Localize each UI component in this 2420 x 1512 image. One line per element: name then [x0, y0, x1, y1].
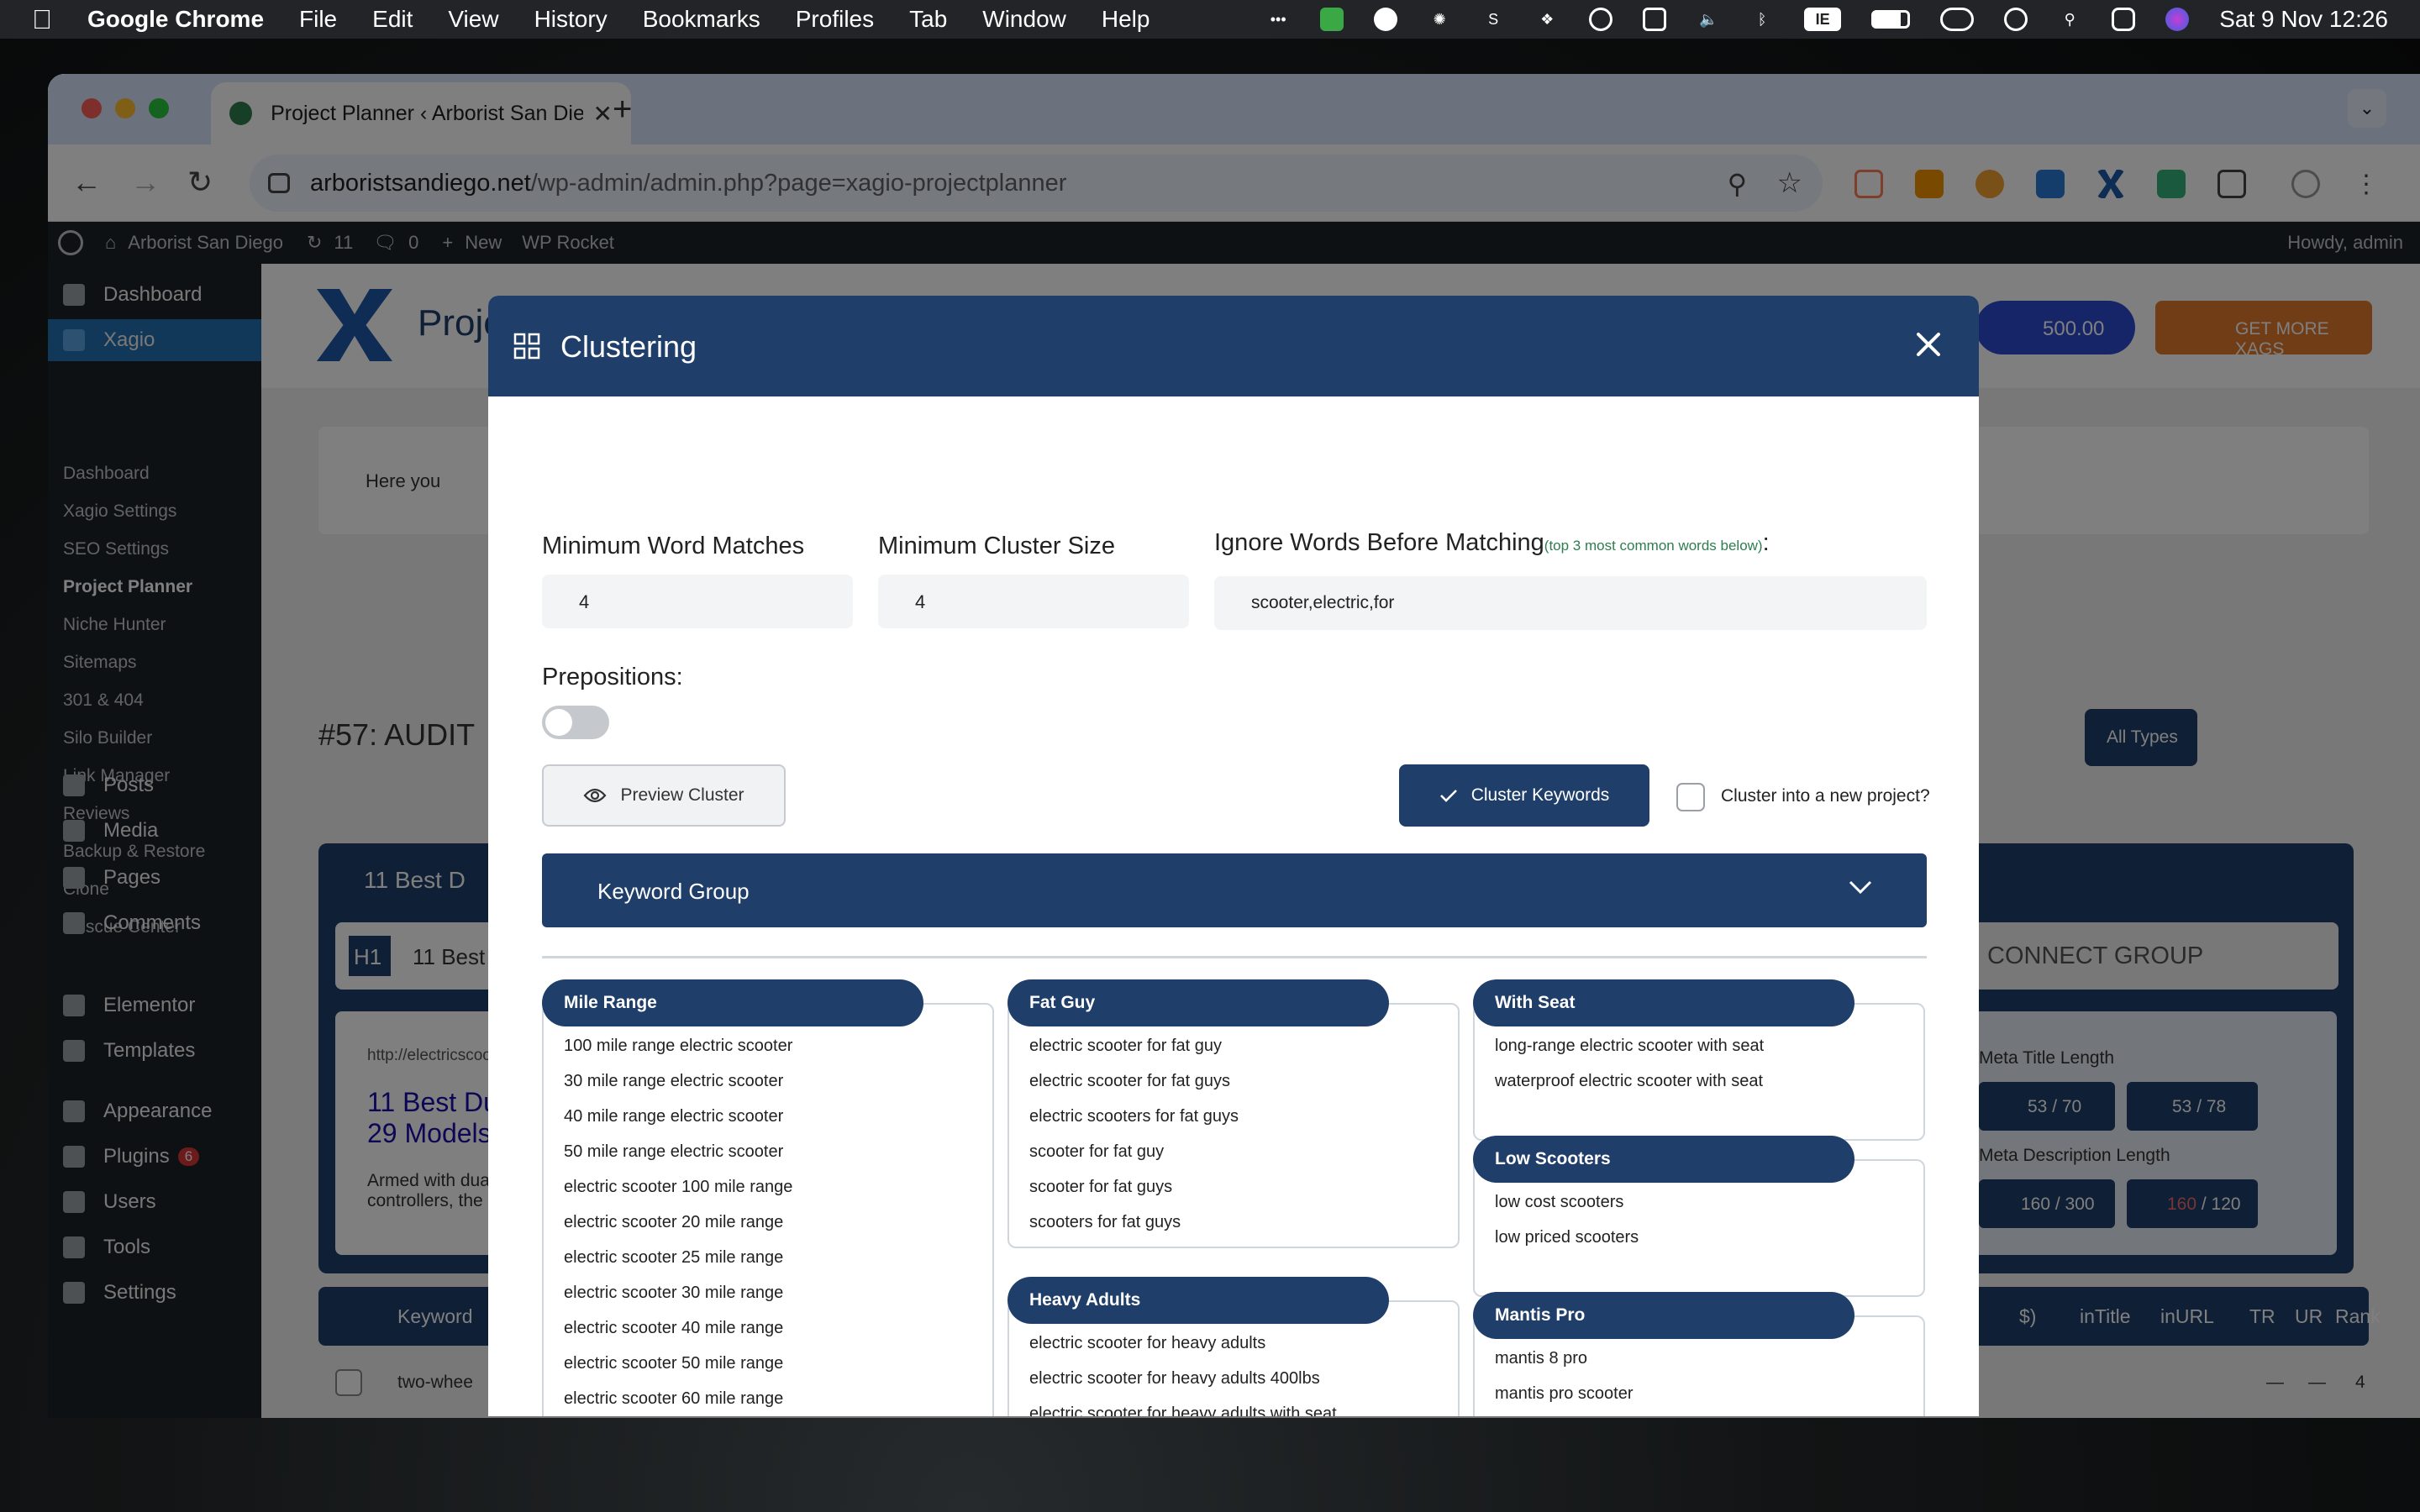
cluster-keyword[interactable]: mantis pro scooter: [1495, 1384, 1634, 1404]
ignore-words-input[interactable]: scooter,electric,for: [1214, 576, 1927, 630]
user-icon[interactable]: [2004, 8, 2028, 31]
menu-bookmarks[interactable]: Bookmarks: [643, 6, 760, 33]
cluster-title-with-seat[interactable]: With Seat: [1473, 979, 1854, 1026]
clustering-modal: Clustering Minimum Word Matches 4 Minimu…: [488, 296, 1979, 1416]
close-modal-icon[interactable]: [1910, 326, 1947, 363]
ignore-words-label: Ignore Words Before Matching(top 3 most …: [1214, 529, 1770, 556]
s-icon[interactable]: S: [1481, 8, 1505, 31]
cluster-keyword[interactable]: waterproof electric scooter with seat: [1495, 1072, 1763, 1091]
prepositions-label: Prepositions:: [542, 664, 683, 690]
modal-header: Clustering: [488, 296, 1979, 396]
eye-icon: [583, 787, 607, 804]
cluster-keyword[interactable]: electric scooter 25 mile range: [564, 1248, 783, 1268]
cluster-title-fat-guy[interactable]: Fat Guy: [1007, 979, 1389, 1026]
cluster-keyword[interactable]: electric scooter 50 mile range: [564, 1354, 783, 1373]
new-project-label: Cluster into a new project?: [1721, 786, 1930, 806]
modal-title: Clustering: [560, 329, 697, 364]
menu-tab[interactable]: Tab: [909, 6, 947, 33]
section-divider: [542, 956, 1927, 958]
cluster-keyword[interactable]: electric scooter for heavy adults 400lbs: [1029, 1369, 1320, 1389]
cluster-keyword[interactable]: 50 mile range electric scooter: [564, 1142, 783, 1162]
menu-view[interactable]: View: [448, 6, 498, 33]
menu-window[interactable]: Window: [982, 6, 1066, 33]
cluster-keyword[interactable]: 40 mile range electric scooter: [564, 1107, 783, 1126]
apple-icon[interactable]: : [32, 4, 52, 35]
cluster-keyword[interactable]: electric scooter for heavy adults: [1029, 1334, 1265, 1353]
sync-icon[interactable]: [1589, 8, 1613, 31]
menu-file[interactable]: File: [299, 6, 337, 33]
min-word-matches-label: Minimum Word Matches: [542, 533, 805, 559]
cluster-title-heavy-adults[interactable]: Heavy Adults: [1007, 1277, 1389, 1324]
cluster-keyword[interactable]: long-range electric scooter with seat: [1495, 1037, 1764, 1056]
cluster-keyword[interactable]: electric scooter 60 mile range: [564, 1389, 783, 1409]
cluster-keyword[interactable]: 100 mile range electric scooter: [564, 1037, 792, 1056]
search-icon[interactable]: ⚲: [2058, 8, 2081, 31]
check-icon[interactable]: [1374, 8, 1398, 31]
menu-edit[interactable]: Edit: [372, 6, 413, 33]
cluster-title-mantis-pro[interactable]: Mantis Pro: [1473, 1292, 1854, 1339]
min-word-matches-input[interactable]: 4: [542, 575, 853, 628]
window-icon[interactable]: [1643, 8, 1667, 31]
yoast-icon[interactable]: [1320, 8, 1344, 31]
grid-icon: [513, 333, 540, 360]
min-cluster-size-label: Minimum Cluster Size: [878, 533, 1115, 559]
cluster-title-low-scooters[interactable]: Low Scooters: [1473, 1136, 1854, 1183]
keyword-group-dropdown[interactable]: Keyword Group: [542, 853, 1927, 927]
browser-window: Project Planner ‹ Arborist San Diego ✕ +…: [48, 74, 2420, 1418]
battery-icon[interactable]: [1871, 10, 1911, 29]
dots-icon[interactable]: •••: [1266, 8, 1290, 31]
cluster-keyword[interactable]: scooter for fat guys: [1029, 1178, 1172, 1197]
cluster-keyword[interactable]: scooter for fat guy: [1029, 1142, 1164, 1162]
cluster-keyword[interactable]: low priced scooters: [1495, 1228, 1639, 1247]
link-icon[interactable]: [1940, 8, 1975, 31]
cluster-keyword[interactable]: electric scooter for fat guys: [1029, 1072, 1230, 1091]
chevron-down-icon: [1848, 879, 1873, 895]
cluster-keyword[interactable]: mantis 8 pro: [1495, 1349, 1587, 1368]
keyword-group-label: Keyword Group: [597, 879, 750, 904]
sun-icon[interactable]: ✺: [1428, 8, 1451, 31]
control-center-icon[interactable]: [2112, 8, 2136, 31]
cluster-keyword[interactable]: electric scooter 40 mile range: [564, 1319, 783, 1338]
menu-profiles[interactable]: Profiles: [796, 6, 874, 33]
cluster-keyword[interactable]: electric scooter for fat guy: [1029, 1037, 1222, 1056]
menubar-clock[interactable]: Sat 9 Nov 12:26: [2219, 6, 2388, 33]
siri-icon[interactable]: [2165, 8, 2190, 31]
cluster-keyword[interactable]: electric scooters for fat guys: [1029, 1107, 1239, 1126]
new-project-checkbox[interactable]: [1676, 783, 1705, 811]
input-source-icon[interactable]: IE: [1804, 8, 1842, 31]
menu-help[interactable]: Help: [1102, 6, 1150, 33]
cluster-title-mile-range[interactable]: Mile Range: [542, 979, 923, 1026]
cluster-keyword[interactable]: low cost scooters: [1495, 1193, 1623, 1212]
preview-cluster-button[interactable]: Preview Cluster: [542, 764, 786, 827]
cluster-keyword[interactable]: electric scooter for heavy adults with s…: [1029, 1404, 1337, 1416]
cluster-keyword[interactable]: electric scooter 30 mile range: [564, 1284, 783, 1303]
volume-icon[interactable]: 🔈: [1697, 8, 1720, 31]
cluster-keywords-button[interactable]: Cluster Keywords: [1399, 764, 1649, 827]
dropbox-icon[interactable]: ❖: [1535, 8, 1559, 31]
cluster-keyword[interactable]: scooters for fat guys: [1029, 1213, 1181, 1232]
bluetooth-icon[interactable]: ᛒ: [1750, 8, 1774, 31]
cluster-keyword[interactable]: 30 mile range electric scooter: [564, 1072, 783, 1091]
menu-history[interactable]: History: [534, 6, 608, 33]
cluster-keyword[interactable]: electric scooter 20 mile range: [564, 1213, 783, 1232]
min-cluster-size-input[interactable]: 4: [878, 575, 1189, 628]
check-icon: [1439, 788, 1458, 803]
prepositions-toggle[interactable]: [542, 706, 609, 739]
cluster-keyword[interactable]: electric scooter 100 mile range: [564, 1178, 792, 1197]
menu-app-name[interactable]: Google Chrome: [87, 6, 264, 33]
macos-menubar:  Google Chrome File Edit View History B…: [0, 0, 2420, 39]
